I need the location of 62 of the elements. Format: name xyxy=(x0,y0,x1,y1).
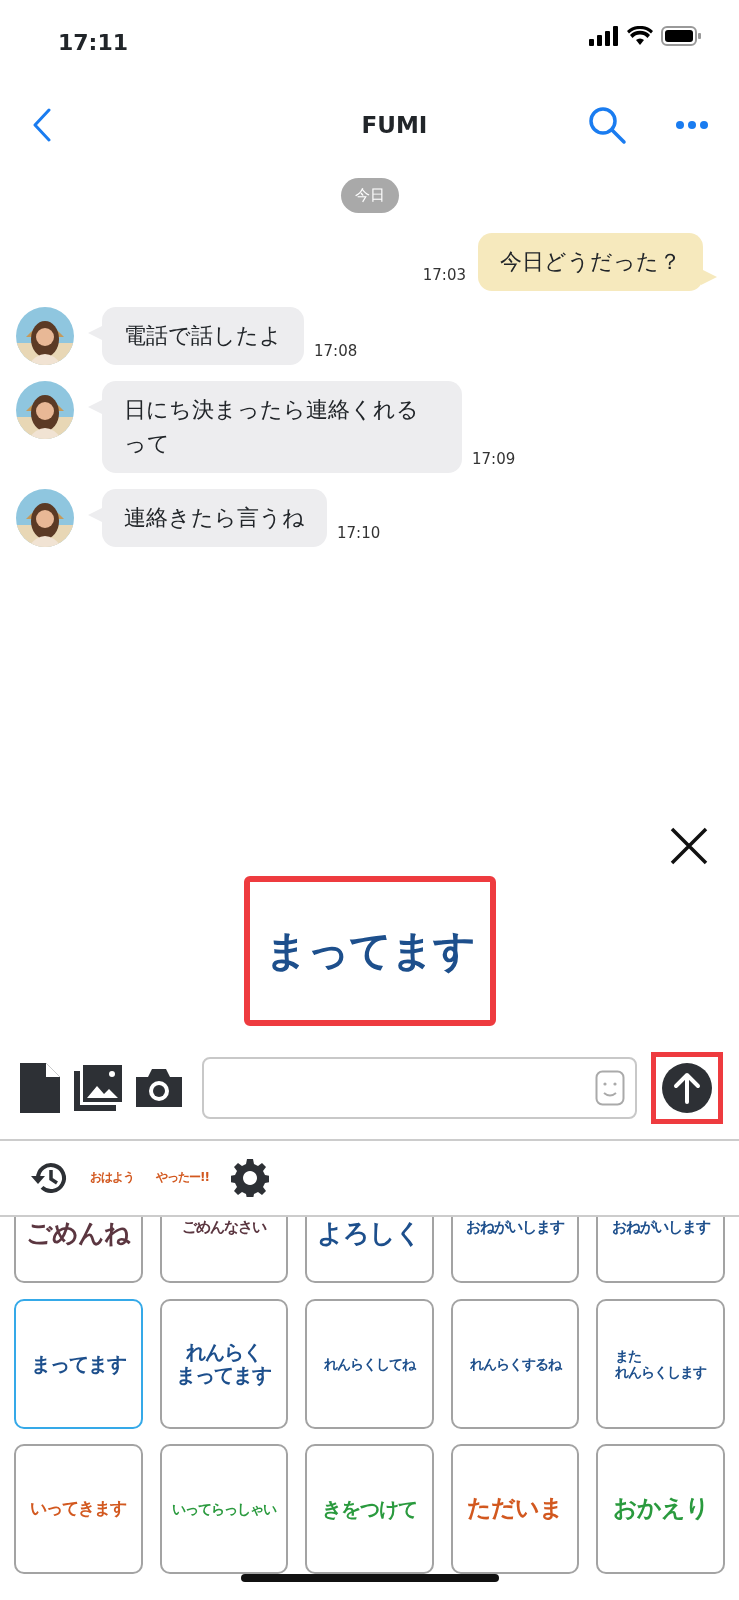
sticker-tile[interactable]: おかえり xyxy=(596,1444,725,1574)
sticker-tile[interactable]: おねがいします xyxy=(596,1217,725,1283)
sticker-tile[interactable]: よろしく xyxy=(305,1217,434,1283)
message-bubble: 日にち決まったら連絡くれるって xyxy=(102,380,462,473)
sticker-tile[interactable]: ごめんなさい xyxy=(159,1217,289,1283)
sticker-tile[interactable]: まってます xyxy=(14,1299,143,1429)
signal-icon xyxy=(589,26,619,46)
wifi-icon xyxy=(627,26,653,46)
sticker-text: おかえり xyxy=(612,1495,709,1523)
message-bubble: 今日どうだった？ xyxy=(478,232,703,291)
document-icon[interactable] xyxy=(20,1062,60,1113)
camera-icon[interactable] xyxy=(136,1068,182,1107)
sticker-tile[interactable]: れんらくするね xyxy=(450,1299,580,1429)
sticker-text: れんらく xyxy=(185,1341,262,1364)
status-time: 17:11 xyxy=(58,29,129,57)
sticker-text: ごめんなさい xyxy=(181,1219,266,1237)
sticker-text: まってます xyxy=(176,1364,272,1387)
back-icon[interactable] xyxy=(32,108,52,142)
settings-icon[interactable] xyxy=(230,1159,269,1197)
message-input[interactable] xyxy=(202,1056,637,1119)
sticker-tile[interactable]: きをつけて xyxy=(305,1444,434,1574)
sticker-tab[interactable]: やったー!! xyxy=(156,1171,209,1185)
sticker-text: おねがいします xyxy=(611,1219,710,1237)
sticker-text: おねがいします xyxy=(466,1219,565,1237)
close-icon[interactable] xyxy=(669,826,709,866)
message-bubble: 電話で話したよ xyxy=(102,306,304,365)
send-button[interactable] xyxy=(651,1051,723,1124)
sticker-text: れんらくします xyxy=(615,1364,707,1381)
sticker-text: まってます xyxy=(30,1352,126,1376)
message-time: 17:09 xyxy=(472,449,516,471)
sticker-tile[interactable]: ただいま xyxy=(450,1444,580,1574)
sticker-tile[interactable]: いってらっしゃい xyxy=(159,1444,289,1574)
chat-title: FUMI xyxy=(361,110,428,140)
sticker-tile[interactable]: おねがいします xyxy=(450,1217,580,1283)
history-icon[interactable] xyxy=(30,1161,68,1195)
sticker-text: れんらくするね xyxy=(469,1355,561,1373)
battery-icon xyxy=(661,26,701,46)
sticker-text: いってきます xyxy=(30,1499,127,1519)
date-badge: 今日 xyxy=(340,178,399,213)
sticker-text: れんらくしてね xyxy=(324,1355,415,1373)
sticker-text: ただいま xyxy=(467,1495,564,1523)
message-time: 17:10 xyxy=(337,523,381,545)
sticker-text: また xyxy=(615,1347,642,1364)
sticker-text: まってます xyxy=(264,926,475,976)
bubble-tail xyxy=(701,268,717,285)
sticker-tab[interactable]: おはよう xyxy=(90,1171,134,1185)
sticker-tile[interactable]: また れんらくします xyxy=(596,1299,725,1429)
message-bubble: 連絡きたら言うね xyxy=(102,488,327,547)
images-icon[interactable] xyxy=(74,1064,122,1111)
sticker-tile[interactable]: ごめんね xyxy=(14,1217,143,1283)
sticker-text: きをつけて xyxy=(322,1497,417,1521)
sticker-text: よろしく xyxy=(317,1219,422,1249)
message-time: 17:03 xyxy=(422,265,466,287)
sticker-text: いってらっしゃい xyxy=(171,1500,276,1518)
arrow-up-icon xyxy=(661,1061,713,1114)
sticker-tile[interactable]: れんらく まってます xyxy=(159,1299,289,1429)
sticker-text: ごめんね xyxy=(26,1219,131,1249)
sticker-tile[interactable]: いってきます xyxy=(14,1444,143,1574)
message-time: 17:08 xyxy=(314,341,358,363)
sticker-tile[interactable]: れんらくしてね xyxy=(305,1299,434,1429)
more-icon[interactable] xyxy=(675,120,709,130)
search-icon[interactable] xyxy=(587,105,627,145)
